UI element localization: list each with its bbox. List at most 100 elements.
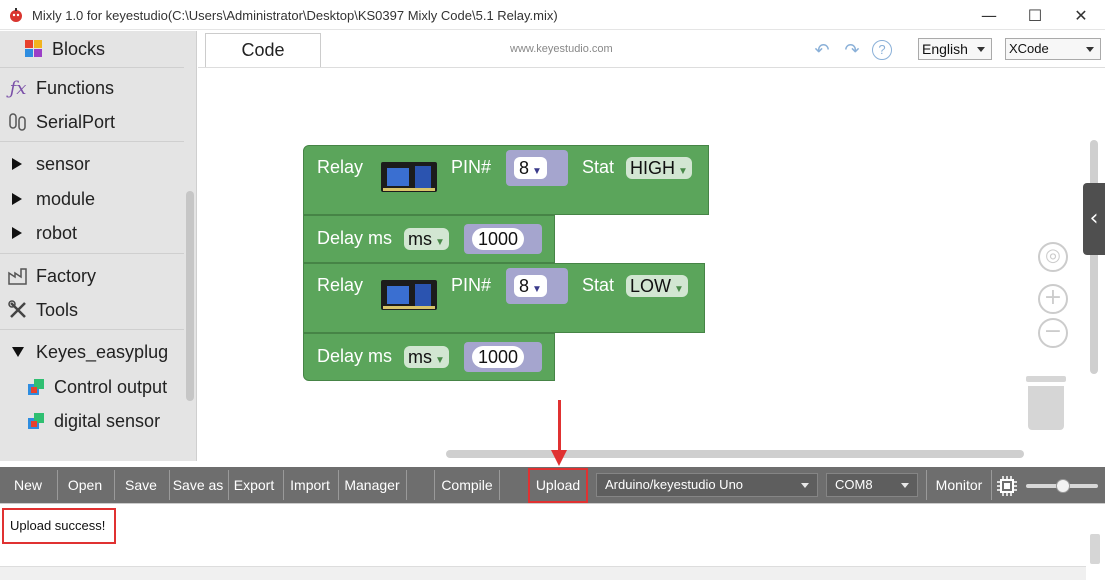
dropdown-arrow-icon: ▼ [674, 284, 684, 295]
sidebar-item-label: Factory [36, 265, 97, 286]
divider [338, 470, 339, 500]
divider [0, 67, 184, 68]
sidebar-item-tools[interactable]: Tools [6, 294, 78, 326]
relay-block[interactable]: Relay PIN# 8 ▼ Stat HIGH ▼ [303, 145, 709, 215]
pin-value: 8 [519, 158, 530, 178]
pin-input-socket: 8 ▼ [506, 268, 568, 304]
sidebar-scrollbar[interactable] [186, 191, 194, 401]
pin-dropdown[interactable]: 8 ▼ [514, 157, 547, 179]
sidebar-item-control-output[interactable]: Control output [24, 371, 167, 403]
slider-knob[interactable] [1056, 479, 1070, 493]
compile-button[interactable]: Compile [437, 470, 497, 500]
export-button[interactable]: Export [230, 470, 278, 500]
chip-icon[interactable] [996, 475, 1018, 497]
sidebar-item-label: sensor [36, 153, 91, 174]
recenter-icon[interactable]: ◎ [1038, 242, 1068, 272]
pin-label: PIN# [451, 157, 492, 177]
factory-icon [6, 265, 30, 287]
import-button[interactable]: Import [286, 470, 334, 500]
delay-unit-value: ms [408, 347, 432, 367]
save-button[interactable]: Save [118, 470, 164, 500]
pin-label: PIN# [451, 275, 492, 295]
board-value: Arduino/keyestudio Uno [605, 477, 744, 492]
website-label: www.keyestudio.com [510, 43, 613, 55]
trash-icon[interactable] [1026, 376, 1066, 430]
theme-select[interactable]: XCode [1005, 38, 1101, 60]
output-highlight-box [2, 508, 116, 544]
delay-number-input[interactable]: 1000 [472, 346, 525, 368]
expand-triangle-icon [12, 158, 22, 170]
divider [228, 470, 229, 500]
cube-icon [24, 410, 48, 432]
language-select[interactable]: English [918, 38, 992, 60]
window-title: Mixly 1.0 for keyestudio(C:\Users\Admini… [32, 8, 558, 23]
output-horizontal-scrollbar[interactable] [0, 566, 1086, 580]
sidebar-item-label: digital sensor [54, 410, 161, 431]
pin-dropdown[interactable]: 8 ▼ [514, 275, 547, 297]
monitor-button[interactable]: Monitor [929, 470, 989, 500]
language-value: English [922, 41, 968, 57]
dropdown-arrow-icon: ▼ [678, 166, 688, 177]
output-vertical-scrollbar[interactable] [1090, 534, 1100, 564]
fx-icon: ƒx [9, 77, 27, 99]
chevron-left-icon[interactable]: ‹ [1083, 183, 1105, 255]
cube-icon [24, 376, 48, 398]
zoom-out-icon[interactable]: − [1038, 318, 1068, 348]
sidebar-item-serialport[interactable]: SerialPort [6, 106, 115, 138]
chevron-down-icon [1086, 47, 1094, 52]
delay-unit-dropdown[interactable]: ms ▼ [404, 228, 449, 250]
divider [406, 470, 407, 500]
delay-unit-dropdown[interactable]: ms ▼ [404, 346, 449, 368]
block-workspace[interactable]: Relay PIN# 8 ▼ Stat HIGH ▼ Delay ms ms ▼ 10… [198, 67, 1105, 461]
undo-icon[interactable]: ↶ [812, 41, 832, 61]
output-console: Upload success! [0, 503, 1105, 580]
divider [0, 141, 184, 142]
serial-icon [6, 111, 30, 133]
workspace-horizontal-scrollbar[interactable] [446, 450, 1024, 458]
sidebar-item-label: robot [36, 222, 78, 243]
sidebar-item-module[interactable]: module [12, 183, 95, 215]
minimize-button[interactable]: — [966, 0, 1012, 30]
sidebar-item-digital-sensor[interactable]: digital sensor [24, 405, 160, 437]
delay-block[interactable]: Delay ms ms ▼ 1000 [303, 215, 555, 263]
new-button[interactable]: New [4, 470, 52, 500]
delay-number-input[interactable]: 1000 [472, 228, 525, 250]
sidebar-item-functions[interactable]: ƒx Functions [6, 72, 114, 104]
divider [991, 470, 992, 500]
sidebar-item-label: Control output [54, 376, 168, 397]
redo-icon[interactable]: ↷ [842, 41, 862, 61]
zoom-in-icon[interactable]: + [1038, 284, 1068, 314]
relay-block[interactable]: Relay PIN# 8 ▼ Stat LOW ▼ [303, 263, 705, 333]
delay-block[interactable]: Delay ms ms ▼ 1000 [303, 333, 555, 381]
maximize-button[interactable]: ☐ [1012, 0, 1058, 30]
divider [434, 470, 435, 500]
port-select[interactable]: COM8 [826, 473, 918, 497]
sidebar-item-blocks[interactable]: Blocks [22, 33, 105, 65]
expand-triangle-icon [12, 193, 22, 205]
workspace-vertical-scrollbar[interactable] [1090, 140, 1098, 374]
board-select[interactable]: Arduino/keyestudio Uno [596, 473, 818, 497]
save-as-button[interactable]: Save as [171, 470, 225, 500]
sidebar-item-robot[interactable]: robot [12, 217, 77, 249]
dropdown-arrow-icon: ▼ [532, 284, 542, 295]
stat-dropdown[interactable]: HIGH ▼ [626, 157, 692, 179]
chevron-down-icon [801, 483, 809, 488]
open-button[interactable]: Open [60, 470, 110, 500]
close-button[interactable]: ✕ [1058, 0, 1104, 30]
sidebar-item-sensor[interactable]: sensor [12, 148, 90, 180]
sidebar-item-label: Keyes_easyplug [36, 341, 169, 362]
sidebar-item-label: SerialPort [36, 111, 116, 132]
sidebar-item-keyes-easyplug[interactable]: Keyes_easyplug [12, 336, 168, 368]
collapse-triangle-icon [12, 347, 24, 357]
tab-code[interactable]: Code [205, 33, 321, 67]
stat-dropdown[interactable]: LOW ▼ [626, 275, 688, 297]
theme-value: XCode [1009, 41, 1049, 56]
divider [0, 329, 184, 330]
chevron-down-icon [901, 483, 909, 488]
font-size-slider[interactable] [1026, 479, 1098, 493]
sidebar-item-factory[interactable]: Factory [6, 260, 96, 292]
help-icon[interactable]: ? [872, 40, 892, 60]
annotation-arrow-head [551, 450, 567, 466]
block-category-sidebar: Blocks ƒx Functions SerialPort sensor mo… [0, 31, 197, 461]
manager-button[interactable]: Manager [341, 470, 403, 500]
